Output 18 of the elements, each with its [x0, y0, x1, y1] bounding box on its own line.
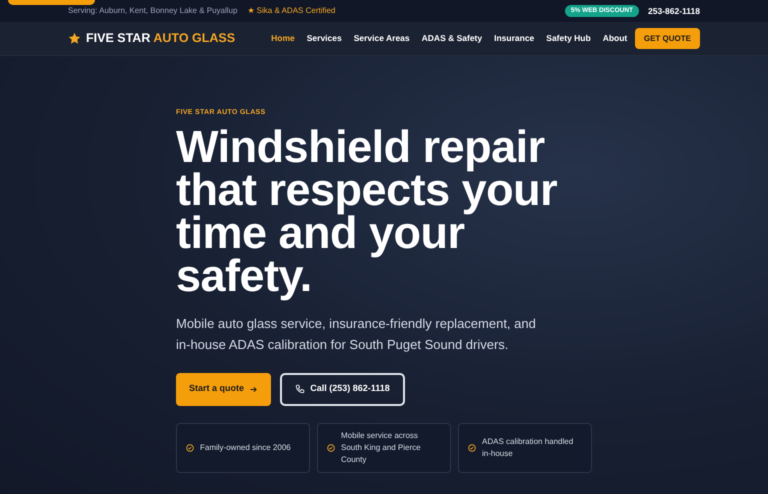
service-area-text: Serving: Auburn, Kent, Bonney Lake & Puyallup [68, 5, 238, 17]
nav-link[interactable]: Safety Hub [546, 32, 591, 45]
call-button[interactable]: Call (253) 862-1118 [280, 372, 405, 406]
nav-link[interactable]: Service Areas [354, 32, 410, 45]
certified-text: ★ Sika & ADAS Certified [247, 5, 336, 17]
nav-link[interactable]: Services [306, 32, 342, 45]
feature-text: ADAS calibration handled in-house [482, 436, 574, 460]
start-quote-button[interactable]: Start a quote [176, 372, 271, 406]
nav-link[interactable]: About [602, 32, 628, 45]
feature-text: Family-owned since 2006 [200, 442, 291, 454]
hero-description: Mobile auto glass service, insurance-friendly replacement, and in-house ADAS calibration for South Puget Sound drivers. [176, 314, 537, 354]
brand-logo[interactable]: FIVE STAR AUTO GLASS [86, 29, 236, 48]
get-quote-button[interactable]: GET QUOTE [634, 28, 700, 49]
phone-number[interactable]: 253-862-1118 [648, 4, 700, 18]
nav-link[interactable]: Insurance [494, 32, 534, 45]
nav-link[interactable]: Home [271, 32, 295, 45]
feature-text: Mobile service across South King and Pierce County [341, 430, 422, 466]
nav-link[interactable]: ADAS & Safety [422, 32, 482, 45]
